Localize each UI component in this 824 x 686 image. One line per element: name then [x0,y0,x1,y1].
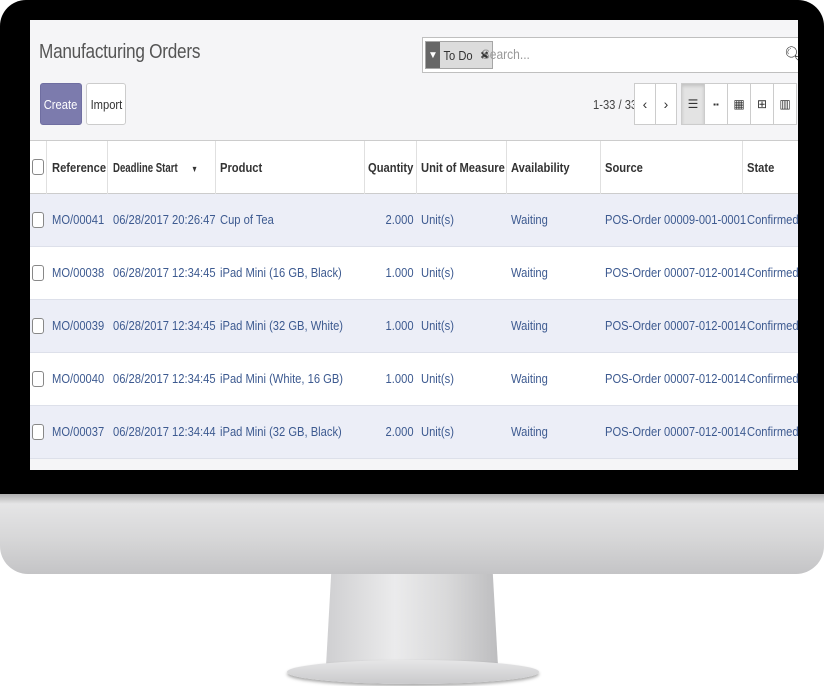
cell-deadline: 06/28/2017 12:34:45 [113,265,216,280]
kanban-icon: ▪▪ [713,99,719,109]
row-checkbox[interactable] [32,212,44,228]
cell-source: POS-Order 00007-012-0014 [605,318,747,333]
table-row[interactable]: MO/00040 06/28/2017 12:34:45 iPad Mini (… [30,353,798,406]
cell-availability: Waiting [511,424,548,439]
cell-source: POS-Order 00009-001-0001 [605,212,747,227]
cell-product: iPad Mini (16 GB, Black) [220,265,342,280]
cell-product: iPad Mini (White, 16 GB) [220,371,344,386]
search-icon[interactable]: 🔍︎ [784,45,798,65]
pager-value: 1-33 / 33 [593,97,638,112]
column-product[interactable]: Product [220,141,269,194]
import-button[interactable]: Import [86,83,126,125]
column-unit-of-measure[interactable]: Unit of Measure [421,141,519,194]
column-reference[interactable]: Reference [52,141,115,194]
column-deadline-start[interactable]: Deadline Start ▼ [113,141,213,194]
cell-availability: Waiting [511,371,548,386]
cell-quantity: 1.000 [386,265,414,280]
cell-state: Confirmed [747,318,798,333]
cell-source: POS-Order 00007-012-0014 [605,424,747,439]
cell-state: Confirmed [747,371,798,386]
cell-source: POS-Order 00007-012-0014 [605,265,747,280]
table-row[interactable]: MO/00039 06/28/2017 12:34:45 iPad Mini (… [30,300,798,353]
chevron-right-icon: › [663,96,669,112]
graph-icon: ▥ [779,97,791,111]
cell-state: Confirmed [747,212,798,227]
list-view-button[interactable]: ☰ [681,83,705,125]
cell-product: iPad Mini (32 GB, White) [220,318,344,333]
cell-reference: MO/00037 [52,424,105,439]
cell-reference: MO/00041 [52,212,105,227]
cell-quantity: 1.000 [386,371,414,386]
cell-uom: Unit(s) [421,371,454,386]
cell-state: Confirmed [747,265,798,280]
column-quantity[interactable]: Quantity [368,141,421,194]
create-button[interactable]: Create [40,83,82,125]
cell-deadline: 06/28/2017 12:34:45 [113,371,216,386]
row-checkbox[interactable] [32,318,44,334]
cell-deadline: 06/28/2017 12:34:45 [113,318,216,333]
search-bar[interactable]: ▼ To Do ✖ 🔍︎ [422,37,798,73]
app-screen: Manufacturing Orders ▼ To Do ✖ 🔍︎ Create… [30,20,798,470]
cell-product: iPad Mini (32 GB, Black) [220,424,342,439]
cell-availability: Waiting [511,212,548,227]
cell-reference: MO/00040 [52,371,105,386]
pager-previous-button[interactable]: ‹ [634,83,656,125]
kanban-view-button[interactable]: ▪▪ [704,83,728,125]
filter-icon: ▼ [426,42,440,68]
cell-deadline: 06/28/2017 12:34:44 [113,424,216,439]
chevron-left-icon: ‹ [642,96,648,112]
cell-product: Cup of Tea [220,212,274,227]
pivot-icon: ⊞ [756,97,768,111]
cell-quantity: 2.000 [386,212,414,227]
monitor-chin [0,494,824,574]
calendar-view-button[interactable]: ▦ [727,83,751,125]
cell-uom: Unit(s) [421,265,454,280]
sort-desc-icon: ▼ [191,164,198,174]
cell-quantity: 2.000 [386,424,414,439]
list-icon: ☰ [687,97,699,111]
cell-state: Confirmed [747,424,798,439]
column-source[interactable]: Source [605,141,649,194]
page-title: Manufacturing Orders [39,41,201,63]
column-availability[interactable]: Availability [511,141,579,194]
table-row[interactable]: MO/00037 06/28/2017 12:34:44 iPad Mini (… [30,406,798,459]
monitor-stand-neck [326,574,498,666]
monitor-stand-foot [287,660,539,684]
row-checkbox[interactable] [32,371,44,387]
table-row[interactable]: MO/00038 06/28/2017 12:34:45 iPad Mini (… [30,247,798,300]
facet-label: To Do [443,47,473,63]
cell-quantity: 1.000 [386,318,414,333]
cell-uom: Unit(s) [421,212,454,227]
row-checkbox[interactable] [32,265,44,281]
search-input[interactable] [480,45,742,63]
calendar-icon: ▦ [733,97,745,111]
cell-reference: MO/00039 [52,318,105,333]
row-checkbox[interactable] [32,424,44,440]
cell-availability: Waiting [511,318,548,333]
pivot-view-button[interactable]: ⊞ [750,83,774,125]
cell-availability: Waiting [511,265,548,280]
table-header: Reference Deadline Start ▼ Product Quant… [30,140,798,194]
select-all-checkbox[interactable] [32,159,44,175]
graph-view-button[interactable]: ▥ [773,83,797,125]
pager-next-button[interactable]: › [655,83,677,125]
cell-uom: Unit(s) [421,424,454,439]
table-row[interactable]: MO/00041 06/28/2017 20:26:47 Cup of Tea … [30,194,798,247]
column-state[interactable]: State [747,141,779,194]
cell-source: POS-Order 00007-012-0014 [605,371,747,386]
cell-uom: Unit(s) [421,318,454,333]
cell-reference: MO/00038 [52,265,105,280]
cell-deadline: 06/28/2017 20:26:47 [113,212,216,227]
